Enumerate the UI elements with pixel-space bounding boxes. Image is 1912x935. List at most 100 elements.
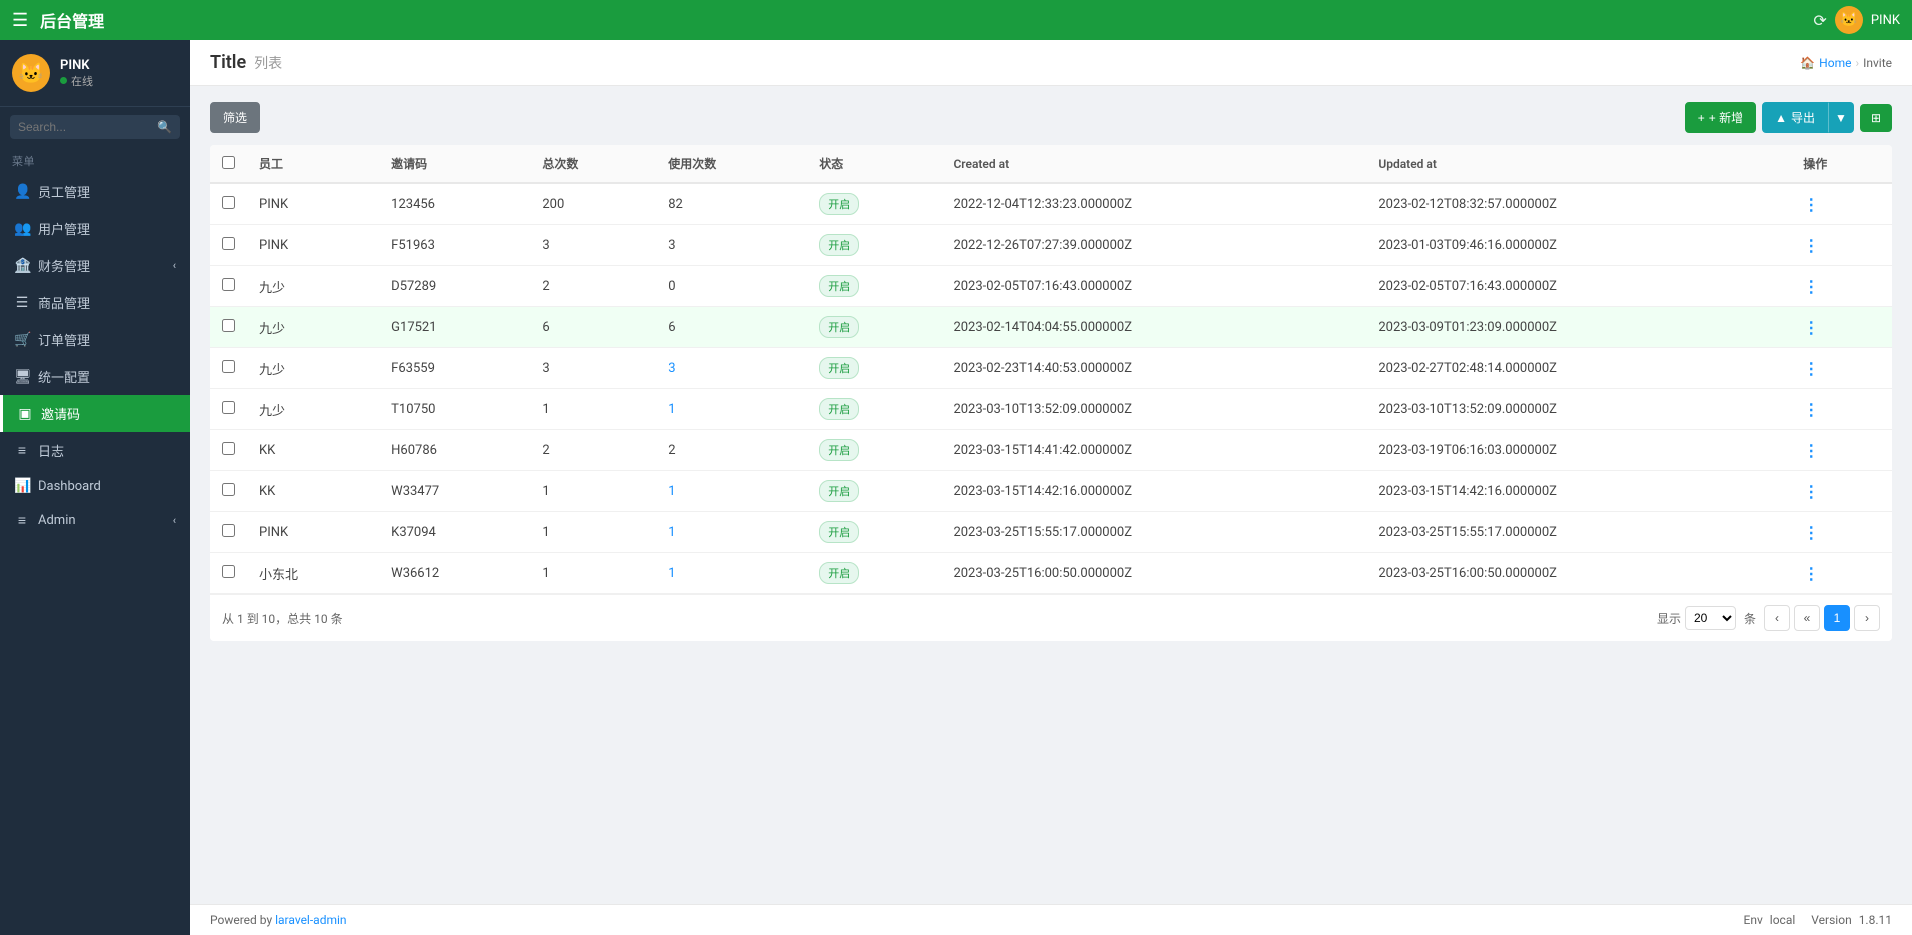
row-used: 3 — [656, 225, 807, 266]
laravel-admin-link[interactable]: laravel-admin — [275, 913, 346, 927]
row-checkbox-cell — [210, 266, 247, 307]
content: 筛选 + + 新增 ▲ 导出 ▼ ⊞ — [190, 86, 1912, 904]
row-total: 200 — [530, 183, 656, 225]
per-page-select[interactable]: 10 20 50 100 — [1685, 606, 1736, 630]
display-label: 显示 — [1657, 610, 1681, 627]
table-view-button[interactable]: ⊞ — [1860, 104, 1892, 132]
add-button[interactable]: + + 新增 — [1685, 102, 1756, 133]
row-status: 开启 — [807, 512, 941, 553]
row-created-at: 2023-03-25T15:55:17.000000Z — [941, 512, 1366, 553]
header-used: 使用次数 — [656, 145, 807, 183]
search-input[interactable] — [10, 115, 180, 139]
row-checkbox[interactable] — [222, 196, 235, 209]
prev-page-button2[interactable]: « — [1794, 605, 1820, 631]
hamburger-icon[interactable]: ☰ — [12, 10, 28, 31]
sidebar-item-invites[interactable]: ▣ 邀请码 — [0, 395, 190, 432]
header-updated-at: Updated at — [1366, 145, 1791, 183]
action-menu-button[interactable]: ⋮ — [1803, 236, 1820, 255]
row-checkbox[interactable] — [222, 565, 235, 578]
sidebar-item-finance[interactable]: 🏦 财务管理 ‹ — [0, 247, 190, 284]
action-menu-button[interactable]: ⋮ — [1803, 523, 1820, 542]
sidebar-user-info: PINK 在线 — [60, 58, 93, 89]
staff-icon: 👤 — [14, 184, 30, 200]
per-page-unit: 条 — [1744, 610, 1756, 627]
sidebar-item-users[interactable]: 👥 用户管理 — [0, 210, 190, 247]
action-menu-button[interactable]: ⋮ — [1803, 400, 1820, 419]
row-checkbox[interactable] — [222, 237, 235, 250]
filter-button[interactable]: 筛选 — [210, 102, 260, 133]
logs-icon: ≡ — [14, 442, 30, 459]
row-used: 1 — [656, 512, 807, 553]
row-updated-at: 2023-01-03T09:46:16.000000Z — [1366, 225, 1791, 266]
sidebar-item-products[interactable]: ☰ 商品管理 — [0, 284, 190, 321]
table-row: PINK K37094 1 1 开启 2023-03-25T15:55:17.0… — [210, 512, 1892, 553]
row-created-at: 2023-03-15T14:41:42.000000Z — [941, 430, 1366, 471]
row-code: W36612 — [379, 553, 530, 594]
action-menu-button[interactable]: ⋮ — [1803, 564, 1820, 583]
action-menu-button[interactable]: ⋮ — [1803, 482, 1820, 501]
admin-icon: ≡ — [14, 512, 30, 529]
status-badge: 开启 — [819, 521, 859, 543]
row-created-at: 2023-02-05T07:16:43.000000Z — [941, 266, 1366, 307]
select-all-checkbox[interactable] — [222, 156, 235, 169]
sidebar-item-logs[interactable]: ≡ 日志 — [0, 432, 190, 469]
row-total: 3 — [530, 225, 656, 266]
row-status: 开启 — [807, 183, 941, 225]
user-avatar-top: 🐱 — [1835, 6, 1863, 34]
sidebar-item-staff[interactable]: 👤 员工管理 — [0, 173, 190, 210]
row-used: 0 — [656, 266, 807, 307]
row-total: 1 — [530, 389, 656, 430]
add-icon: + — [1698, 111, 1705, 125]
row-staff: 九少 — [247, 307, 379, 348]
status-badge: 开启 — [819, 398, 859, 420]
row-checkbox[interactable] — [222, 483, 235, 496]
used-link[interactable]: 1 — [668, 525, 675, 540]
used-link[interactable]: 1 — [668, 484, 675, 499]
sidebar-username: PINK — [60, 58, 93, 73]
row-updated-at: 2023-02-27T02:48:14.000000Z — [1366, 348, 1791, 389]
breadcrumb-home[interactable]: Home — [1819, 56, 1851, 70]
row-updated-at: 2023-03-25T15:55:17.000000Z — [1366, 512, 1791, 553]
sidebar-item-label: 员工管理 — [38, 182, 176, 201]
action-menu-button[interactable]: ⋮ — [1803, 318, 1820, 337]
user-name-top: PINK — [1871, 13, 1900, 28]
sidebar-status: 在线 — [60, 73, 93, 89]
row-total: 6 — [530, 307, 656, 348]
sidebar-item-admin[interactable]: ≡ Admin ‹ — [0, 503, 190, 538]
sidebar-item-orders[interactable]: 🛒 订单管理 — [0, 321, 190, 358]
action-menu-button[interactable]: ⋮ — [1803, 359, 1820, 378]
sidebar-item-config[interactable]: 🖥 统一配置 — [0, 358, 190, 395]
row-created-at: 2023-03-10T13:52:09.000000Z — [941, 389, 1366, 430]
used-link[interactable]: 3 — [668, 361, 675, 376]
sidebar-item-dashboard[interactable]: 📊 Dashboard — [0, 469, 190, 503]
refresh-icon[interactable]: ⟳ — [1813, 11, 1826, 30]
row-checkbox[interactable] — [222, 278, 235, 291]
row-checkbox[interactable] — [222, 442, 235, 455]
status-badge: 开启 — [819, 234, 859, 256]
row-staff: PINK — [247, 512, 379, 553]
row-total: 1 — [530, 471, 656, 512]
row-checkbox[interactable] — [222, 360, 235, 373]
action-menu-button[interactable]: ⋮ — [1803, 195, 1820, 214]
row-staff: 九少 — [247, 266, 379, 307]
row-checkbox-cell — [210, 225, 247, 266]
users-icon: 👥 — [14, 221, 30, 237]
page-1-button[interactable]: 1 — [1824, 605, 1850, 631]
next-page-button[interactable]: › — [1854, 605, 1880, 631]
used-link[interactable]: 1 — [668, 566, 675, 581]
export-dropdown-button[interactable]: ▼ — [1828, 102, 1854, 133]
row-code: F51963 — [379, 225, 530, 266]
used-link[interactable]: 1 — [668, 402, 675, 417]
sidebar-item-label: 日志 — [38, 441, 176, 460]
action-menu-button[interactable]: ⋮ — [1803, 441, 1820, 460]
row-checkbox-cell — [210, 430, 247, 471]
export-button[interactable]: ▲ 导出 — [1762, 102, 1828, 133]
action-menu-button[interactable]: ⋮ — [1803, 277, 1820, 296]
prev-page-button[interactable]: ‹ — [1764, 605, 1790, 631]
row-checkbox[interactable] — [222, 319, 235, 332]
row-checkbox-cell — [210, 348, 247, 389]
row-checkbox[interactable] — [222, 401, 235, 414]
row-created-at: 2023-03-15T14:42:16.000000Z — [941, 471, 1366, 512]
row-checkbox-cell — [210, 512, 247, 553]
row-checkbox[interactable] — [222, 524, 235, 537]
